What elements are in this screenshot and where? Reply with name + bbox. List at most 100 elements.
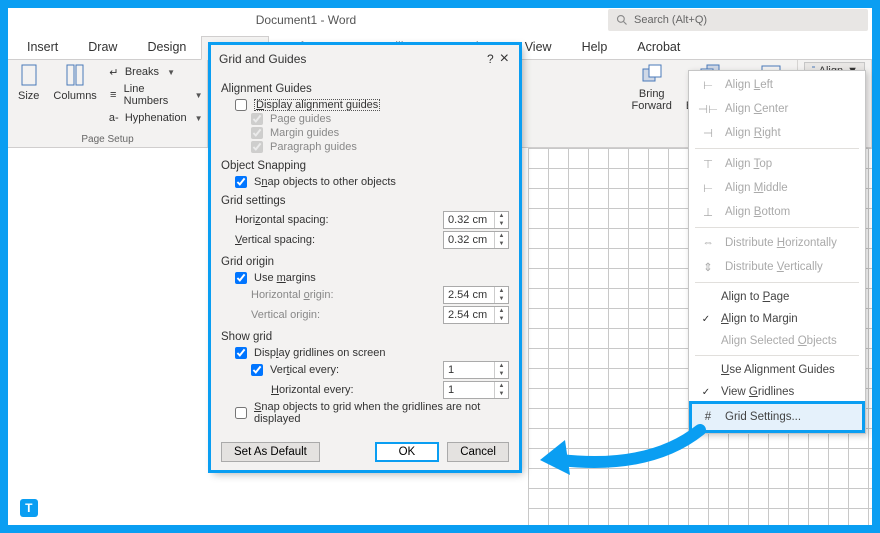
horizontal-every-input[interactable]: 1 ▲▼ [443, 381, 509, 399]
align-bottom-item[interactable]: ⊥Align Bottom [691, 200, 863, 224]
line-numbers-icon: ≡ [107, 88, 120, 102]
menu-label: Align Right [725, 127, 781, 139]
distribute-horizontally-item[interactable]: ⇔Distribute Horizontally [691, 231, 863, 255]
search-box[interactable]: Search (Alt+Q) [608, 9, 868, 31]
snap-objects-checkbox[interactable] [235, 176, 247, 188]
align-center-item[interactable]: ⊣⊢Align Center [691, 97, 863, 121]
tab-insert[interactable]: Insert [12, 35, 73, 59]
align-right-item[interactable]: ⊣ Align Right [691, 121, 863, 145]
breaks-button[interactable]: ↵Breaks▼ [107, 64, 203, 80]
snap-objects-row[interactable]: Snap objects to other objects [221, 175, 509, 189]
label: Vertical spacing: [235, 234, 439, 246]
watermark-badge: T TEMPLATE.NET [20, 499, 156, 517]
tab-design[interactable]: Design [132, 35, 201, 59]
hyphenation-label: Hyphenation [125, 112, 187, 124]
tab-help[interactable]: Help [567, 35, 623, 59]
set-as-default-button[interactable]: Set As Default [221, 442, 320, 462]
tab-draw[interactable]: Draw [73, 35, 132, 59]
section-show-grid: Show grid [221, 331, 509, 343]
breaks-icon: ↵ [107, 65, 121, 79]
menu-separator [695, 148, 859, 149]
snap-to-grid-checkbox[interactable] [235, 407, 247, 419]
grid-settings-item[interactable]: #Grid Settings... [691, 403, 863, 431]
label: Vertical origin: [251, 309, 439, 321]
value: 0.32 cm [448, 234, 487, 246]
spinner-buttons: ▲▼ [494, 307, 508, 323]
paragraph-guides-row: Paragraph guides [221, 140, 509, 154]
align-top-item[interactable]: ⊤Align Top [691, 152, 863, 176]
align-menu: ⊢Align Left ⊣⊢Align Center ⊣Align Right … [688, 70, 866, 434]
use-margins-checkbox[interactable] [235, 272, 247, 284]
menu-label: Grid Settings... [725, 411, 801, 423]
display-gridlines-row[interactable]: Display gridlines on screen [221, 346, 509, 360]
dropdown-caret-icon: ▼ [195, 114, 203, 123]
columns-button[interactable]: Columns [49, 62, 100, 104]
label: Snap objects to other objects [254, 176, 396, 188]
label: Horizontal origin: [251, 289, 439, 301]
spinner-buttons[interactable]: ▲▼ [494, 212, 508, 228]
use-margins-row[interactable]: Use margins [221, 271, 509, 285]
align-selected-objects-item[interactable]: Align Selected Objects [691, 330, 863, 352]
menu-label: Align Left [725, 79, 773, 91]
cancel-button[interactable]: Cancel [447, 442, 509, 462]
bring-forward-button[interactable]: Bring Forward [628, 62, 676, 114]
display-alignment-guides-checkbox[interactable] [235, 99, 247, 111]
ok-button[interactable]: OK [375, 442, 440, 462]
vertical-every-row[interactable]: Vertical every:1▲▼ [221, 360, 509, 380]
template-logo-icon: T [20, 499, 38, 517]
document-title: Document1 - Word [8, 13, 604, 27]
use-alignment-guides-item[interactable]: Use Alignment Guides [691, 359, 863, 381]
align-bottom-icon: ⊥ [701, 205, 715, 219]
horizontal-origin-input: 2.54 cm▲▼ [443, 286, 509, 304]
tab-acrobat[interactable]: Acrobat [622, 35, 695, 59]
horizontal-spacing-input[interactable]: 0.32 cm▲▼ [443, 211, 509, 229]
snap-to-grid-row[interactable]: Snap objects to grid when the gridlines … [221, 400, 509, 426]
vertical-every-checkbox[interactable] [251, 364, 263, 376]
section-object-snapping: Object Snapping [221, 160, 509, 172]
align-to-margin-item[interactable]: ✓Align to Margin [691, 308, 863, 330]
close-button[interactable]: × [498, 50, 511, 68]
line-numbers-button[interactable]: ≡Line Numbers▼ [107, 82, 203, 108]
display-gridlines-checkbox[interactable] [235, 347, 247, 359]
distribute-vertically-item[interactable]: ⇕Distribute Vertically [691, 255, 863, 279]
search-icon [616, 14, 628, 26]
vertical-every-input[interactable]: 1 ▲▼ [443, 361, 509, 379]
menu-label: Align Center [725, 103, 788, 115]
value: 1 [448, 384, 454, 396]
align-to-page-item[interactable]: Align to Page [691, 286, 863, 308]
margin-guides-row: Margin guides [221, 126, 509, 140]
menu-label: Align to Page [721, 291, 789, 303]
horizontal-origin-row: Horizontal origin: 2.54 cm▲▼ [221, 285, 509, 305]
view-gridlines-item[interactable]: ✓View Gridlines [691, 381, 863, 403]
spinner-buttons[interactable]: ▲▼ [494, 382, 508, 398]
menu-label: View Gridlines [721, 386, 794, 398]
display-alignment-guides-row[interactable]: Display alignment guides [221, 98, 509, 112]
hyphenation-icon: a- [107, 111, 121, 125]
page-guides-row: Page guides [221, 112, 509, 126]
align-left-item[interactable]: ⊢Align Left [691, 73, 863, 97]
dropdown-caret-icon: ▼ [167, 68, 175, 77]
align-right-icon: ⊣ [701, 126, 715, 140]
value: 1 [448, 364, 454, 376]
hyphenation-button[interactable]: a- Hyphenation ▼ [107, 110, 203, 126]
align-middle-item[interactable]: ⊢Align Middle [691, 176, 863, 200]
vertical-origin-row: Vertical origin: 2.54 cm▲▼ [221, 305, 509, 325]
value: 2.54 cm [448, 289, 487, 301]
bring-forward-label: Bring Forward [632, 88, 672, 112]
vertical-spacing-input[interactable]: 0.32 cm ▲▼ [443, 231, 509, 249]
section-alignment-guides: Alignment Guides [221, 83, 509, 95]
size-button[interactable]: Size [14, 62, 43, 104]
menu-label: Align Middle [725, 182, 788, 194]
vertical-origin-input: 2.54 cm▲▼ [443, 306, 509, 324]
help-button[interactable]: ? [483, 52, 498, 66]
annotation-arrow [530, 420, 710, 490]
spinner-buttons[interactable]: ▲▼ [494, 362, 508, 378]
page-size-icon [20, 64, 38, 86]
label: Page guides [270, 113, 331, 125]
line-numbers-label: Line Numbers [124, 83, 187, 107]
page-setup-group-label: Page Setup [14, 132, 201, 145]
spinner-buttons[interactable]: ▲▼ [494, 232, 508, 248]
align-top-icon: ⊤ [701, 157, 715, 171]
watermark-text: TEMPLATE.NET [44, 500, 156, 516]
label: Paragraph guides [270, 141, 357, 153]
